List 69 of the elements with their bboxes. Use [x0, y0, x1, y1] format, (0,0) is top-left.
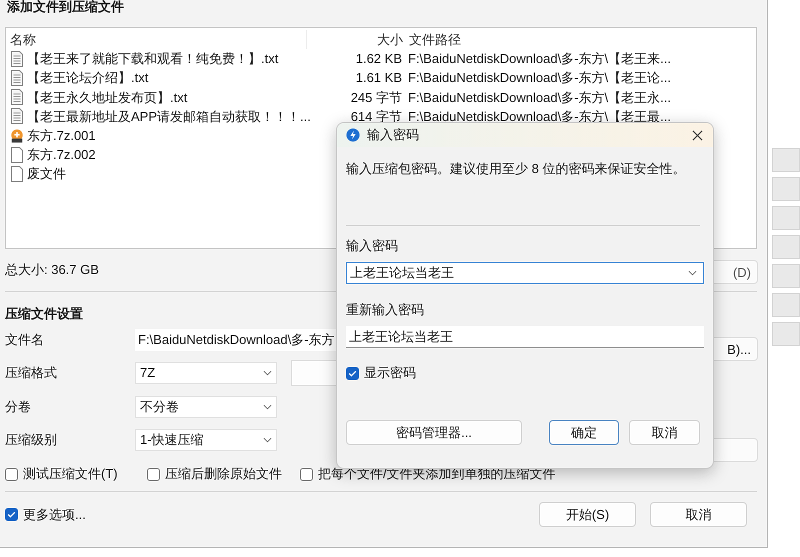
file-name[interactable]: 【老王最新地址及APP请发邮箱自动获取！！！... [27, 106, 311, 126]
window-title: 添加文件到压缩文件 [6, 0, 125, 16]
dialog-description: 输入压缩包密码。建议使用至少 8 位的密码来保证安全性。 [346, 160, 686, 178]
checkbox[interactable] [5, 468, 18, 480]
field-label: 压缩格式 [4, 364, 58, 382]
file-icon [10, 166, 24, 182]
split-dropdown[interactable]: 不分卷 [135, 396, 277, 418]
dialog-button[interactable]: 开始(S) [539, 502, 636, 527]
dialog-button[interactable]: 取消 [629, 420, 700, 445]
checkbox[interactable] [5, 508, 18, 521]
field-label: 重新输入密码 [346, 301, 425, 319]
column-header[interactable]: 大小 [306, 30, 403, 50]
chevron-down-icon [688, 270, 697, 276]
checkbox-label[interactable]: 更多选项... [23, 506, 86, 524]
checkbox[interactable] [300, 468, 313, 480]
side-button[interactable] [772, 148, 800, 172]
checkbox-label[interactable]: 显示密码 [364, 364, 416, 382]
close-icon[interactable] [692, 130, 703, 141]
side-button[interactable] [772, 264, 800, 288]
file-name[interactable]: 东方.7z.001 [27, 126, 96, 146]
checkbox[interactable] [346, 366, 359, 380]
field-label: 文件名 [4, 330, 45, 349]
text-file-icon [10, 89, 24, 106]
dialog-button[interactable]: 取消 [650, 502, 747, 527]
dialog-button[interactable]: 密码管理器... [346, 420, 522, 445]
chevron-down-icon [263, 404, 272, 410]
side-button[interactable] [772, 293, 800, 317]
filename-field[interactable]: F:\BaiduNetdiskDownload\多-东方 [135, 328, 338, 351]
file-name[interactable]: 【老王永久地址发布页】.txt [27, 88, 188, 107]
password-field[interactable]: 上老王论坛当老王 [346, 262, 704, 284]
field-label: 分卷 [4, 398, 32, 416]
dialog-button[interactable]: 确定 [549, 420, 619, 445]
field-label: 输入密码 [346, 237, 399, 255]
file-path: F:\BaiduNetdiskDownload\多-东方\【老王永... [408, 90, 671, 105]
file-size: 1.62 KB [356, 51, 402, 66]
file-size: 245 字节 [350, 90, 402, 105]
confirm-password-field[interactable]: 上老王论坛当老王 [346, 326, 704, 348]
file-size: 614 字节 [350, 108, 402, 124]
total-size: 总大小: 36.7 GB [4, 261, 100, 279]
side-button[interactable] [772, 235, 800, 259]
text-file-icon [10, 70, 24, 86]
file-size: 1.61 KB [356, 70, 402, 86]
covered-button[interactable] [291, 360, 337, 386]
section-heading: 压缩文件设置 [4, 305, 84, 323]
file-name[interactable]: 【老王来了就能下载和观看！纯免费！】.txt [27, 49, 278, 68]
file-path: F:\BaiduNetdiskDownload\多-东方\【老王论... [408, 70, 671, 86]
dialog-title: 输入密码 [367, 126, 419, 144]
archive-icon [10, 128, 24, 144]
file-path: F:\BaiduNetdiskDownload\多-东方\【老王来... [408, 51, 671, 66]
side-button[interactable] [772, 206, 800, 230]
field-label: 压缩级别 [4, 431, 58, 450]
file-icon [10, 146, 24, 163]
checkbox-label[interactable]: 测试压缩文件(T) [23, 465, 118, 483]
format-dropdown[interactable]: 7Z [135, 362, 277, 384]
text-file-icon [10, 50, 24, 67]
column-header[interactable]: 名称 [6, 30, 306, 50]
side-button[interactable] [772, 322, 800, 346]
checkbox[interactable] [147, 468, 160, 480]
app-icon [346, 128, 360, 142]
level-dropdown[interactable]: 1-快速压缩 [135, 429, 277, 452]
file-name[interactable]: 东方.7z.002 [27, 145, 96, 164]
checkbox-label[interactable]: 压缩后删除原始文件 [165, 465, 282, 483]
file-name[interactable]: 【老王论坛介绍】.txt [27, 68, 148, 88]
chevron-down-icon [263, 370, 272, 376]
column-header[interactable]: 文件路径 [403, 30, 461, 50]
side-button[interactable] [772, 177, 800, 201]
file-name[interactable]: 废文件 [27, 164, 66, 184]
chevron-down-icon [263, 437, 272, 444]
text-file-icon [10, 108, 24, 124]
